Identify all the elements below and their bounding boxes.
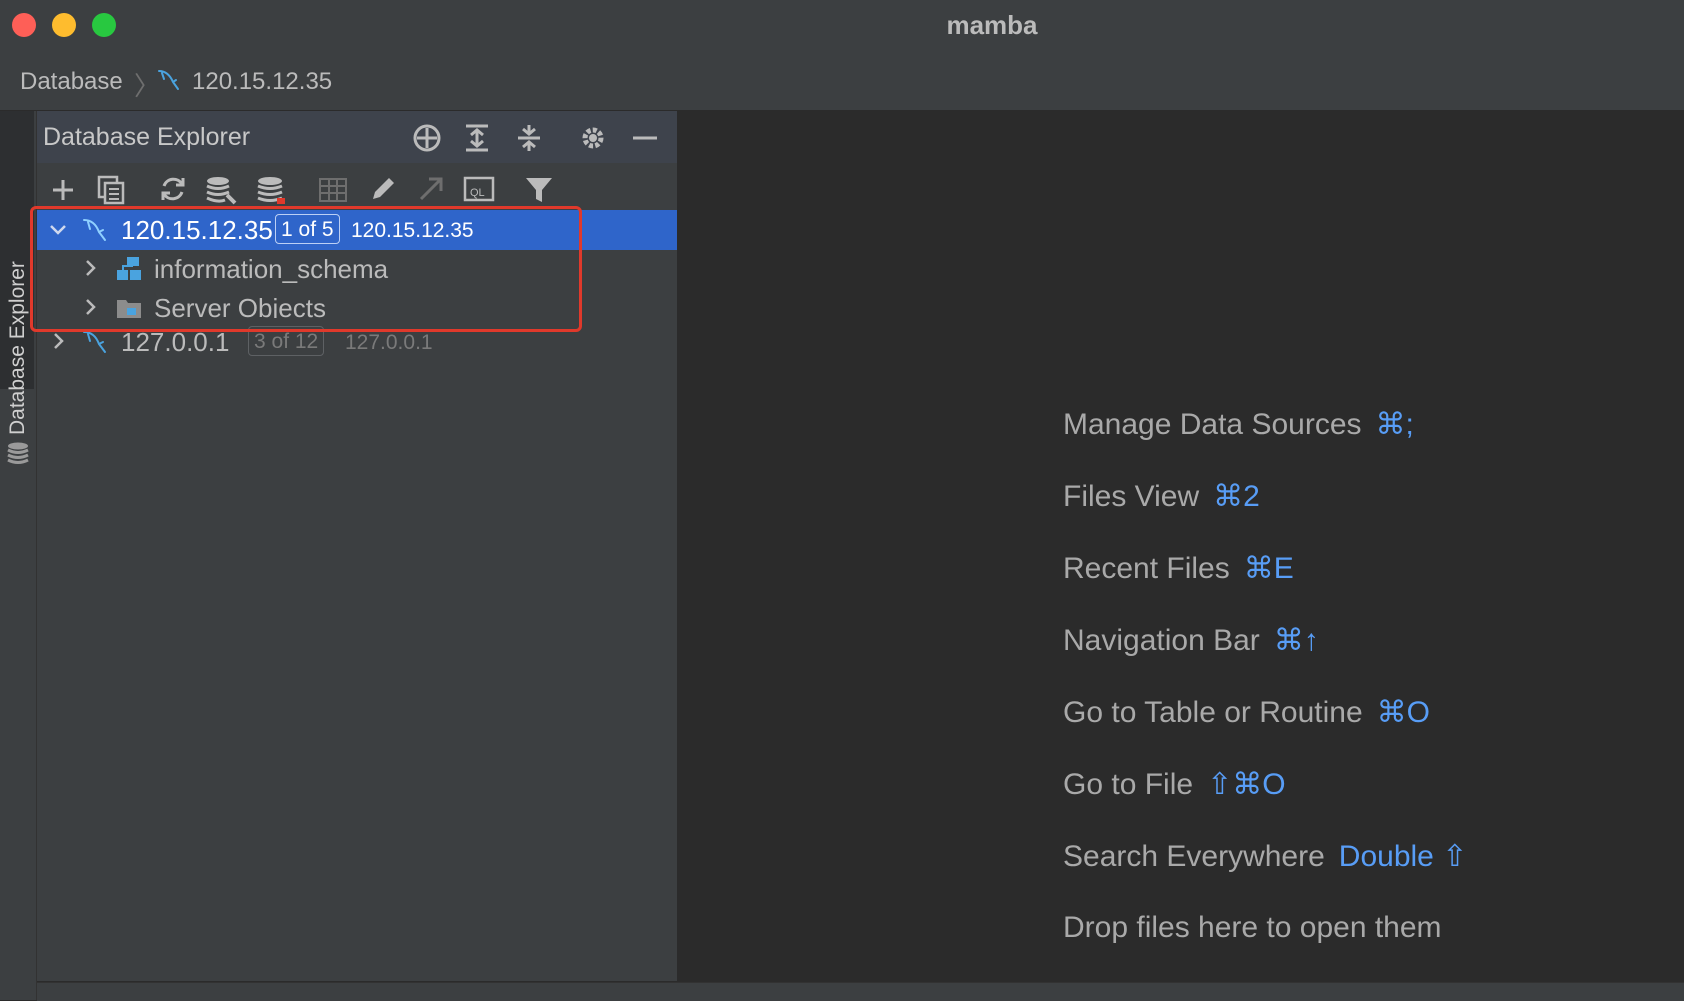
navigation-bar: Database 〉 120.15.12.35: [0, 52, 1684, 111]
hint-go-to-table: Go to Table or Routine ⌘O: [1063, 695, 1430, 730]
hint-recent-files: Recent Files ⌘E: [1063, 551, 1294, 586]
gear-icon[interactable]: [577, 122, 609, 154]
database-explorer-tool-tab[interactable]: Database Explorer: [0, 111, 34, 464]
jump-icon[interactable]: [415, 173, 447, 205]
hint-shortcut: ⌘;: [1375, 408, 1414, 441]
hint-files-view: Files View ⌘2: [1063, 479, 1260, 514]
chevron-right-icon[interactable]: [47, 330, 69, 352]
expand-all-icon[interactable]: [461, 122, 493, 154]
hint-shortcut: Double ⇧: [1338, 840, 1468, 873]
tree-node-detail: 127.0.0.1: [345, 331, 433, 354]
hint-label: Drop files here to open them: [1063, 911, 1442, 944]
add-icon[interactable]: [47, 173, 79, 205]
hint-shortcut: ⌘2: [1213, 480, 1260, 513]
minimize-icon[interactable]: [629, 122, 661, 154]
hint-search-everywhere: Search Everywhere Double ⇧: [1063, 839, 1467, 874]
mysql-dolphin-icon: [81, 328, 109, 361]
window-title: mamba: [946, 10, 1038, 40]
breadcrumb-database[interactable]: Database: [20, 68, 123, 96]
hint-label: Manage Data Sources: [1063, 408, 1362, 441]
hint-label: Navigation Bar: [1063, 624, 1260, 657]
filter-icon[interactable]: [523, 173, 555, 205]
hint-go-to-file: Go to File ⇧⌘O: [1063, 767, 1286, 802]
breadcrumb-datasource[interactable]: 120.15.12.35: [192, 68, 332, 96]
hint-shortcut: ⌘E: [1243, 552, 1294, 585]
panel-title: Database Explorer: [43, 123, 251, 151]
hint-label: Go to File: [1063, 768, 1194, 801]
sql-console-icon[interactable]: QL: [463, 173, 495, 205]
status-bar: [37, 982, 1684, 1001]
hint-navigation-bar: Navigation Bar ⌘↑: [1063, 623, 1319, 658]
hint-drop-files: Drop files here to open them: [1063, 911, 1442, 945]
edit-icon[interactable]: [367, 173, 399, 205]
table-icon[interactable]: [317, 173, 349, 205]
hint-label: Recent Files: [1063, 552, 1230, 585]
hint-shortcut: ⇧⌘O: [1207, 768, 1286, 801]
hint-label: Search Everywhere: [1063, 840, 1325, 873]
crosshair-icon[interactable]: [411, 122, 443, 154]
hint-label: Files View: [1063, 480, 1200, 513]
database-icon[interactable]: [255, 173, 287, 205]
collapse-all-icon[interactable]: [513, 122, 545, 154]
database-icon: [6, 441, 30, 472]
data-source-properties-icon[interactable]: [205, 173, 237, 205]
highlight-annotation: [30, 206, 582, 332]
hint-shortcut: ⌘O: [1376, 696, 1430, 729]
duplicate-icon[interactable]: [95, 173, 127, 205]
title-bar: mamba: [0, 0, 1684, 52]
tool-tab-label: Database Explorer: [6, 261, 29, 435]
svg-text:QL: QL: [470, 187, 485, 199]
refresh-icon[interactable]: [157, 173, 189, 205]
hint-manage-data-sources: Manage Data Sources ⌘;: [1063, 407, 1414, 442]
hint-shortcut: ⌘↑: [1273, 624, 1319, 657]
panel-header: Database Explorer: [37, 111, 677, 163]
hint-label: Go to Table or Routine: [1063, 696, 1363, 729]
mysql-dolphin-icon: [156, 67, 182, 98]
